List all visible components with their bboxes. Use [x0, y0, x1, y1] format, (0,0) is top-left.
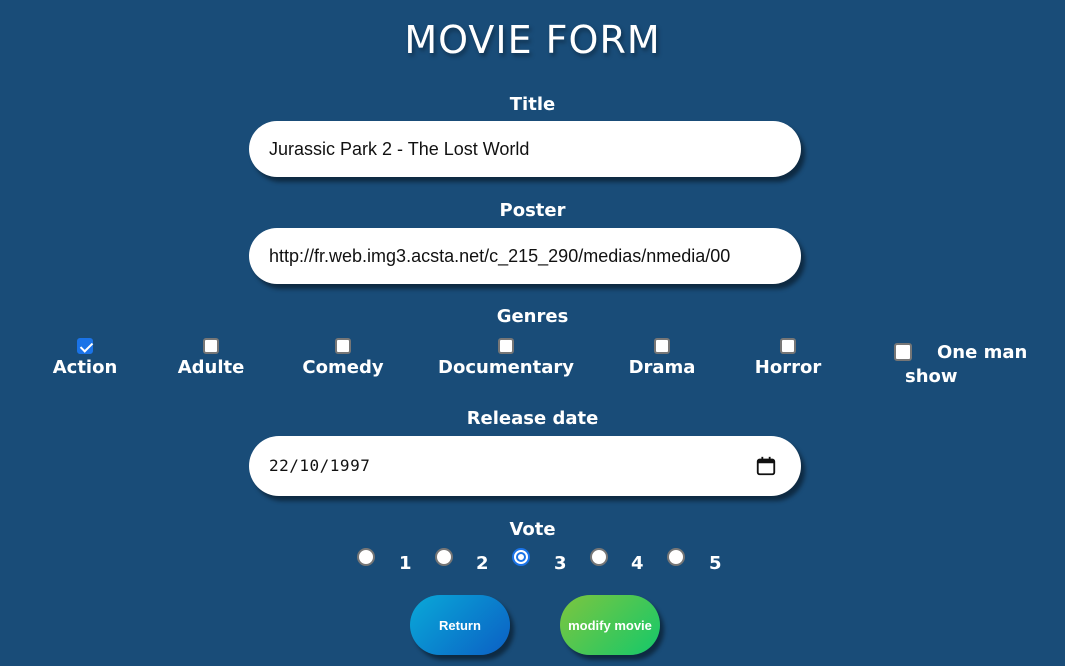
genre-one-man-show-label: One man show: [905, 341, 1055, 389]
poster-input[interactable]: http://fr.web.img3.acsta.net/c_215_290/m…: [249, 228, 801, 284]
release-date-value: 22/10/1997: [269, 456, 371, 475]
vote-option-5: 5: [709, 553, 722, 574]
genre-documentary-label: Documentary: [438, 357, 574, 378]
genres-label: Genres: [496, 306, 569, 327]
genre-comedy-label: Comedy: [302, 357, 384, 378]
genre-drama-checkbox[interactable]: [654, 338, 670, 354]
title-label: Title: [509, 94, 556, 115]
release-date-input[interactable]: 22/10/1997: [249, 436, 801, 496]
vote-option-3: 3: [554, 553, 567, 574]
poster-label: Poster: [499, 200, 566, 221]
genre-one-man-show-text: One man show: [905, 342, 1028, 387]
vote-radio-2[interactable]: [435, 548, 453, 566]
genre-documentary[interactable]: Documentary: [436, 338, 576, 379]
calendar-icon[interactable]: [755, 455, 777, 477]
vote-label: Vote: [509, 519, 556, 540]
vote-radio-5[interactable]: [667, 548, 685, 566]
genre-adulte[interactable]: Adulte: [171, 338, 251, 379]
genre-documentary-checkbox[interactable]: [498, 338, 514, 354]
genre-drama-label: Drama: [628, 357, 696, 378]
genre-action-checkbox[interactable]: [77, 338, 93, 354]
genre-comedy-checkbox[interactable]: [335, 338, 351, 354]
genre-comedy[interactable]: Comedy: [298, 338, 388, 379]
genre-horror-label: Horror: [754, 357, 822, 378]
vote-option-1: 1: [399, 553, 412, 574]
vote-radio-1[interactable]: [357, 548, 375, 566]
genre-adulte-label: Adulte: [177, 357, 245, 378]
genre-action-label: Action: [52, 357, 118, 378]
genre-adulte-checkbox[interactable]: [203, 338, 219, 354]
release-date-label: Release date: [466, 408, 599, 429]
genre-action[interactable]: Action: [50, 338, 120, 379]
vote-option-2: 2: [476, 553, 489, 574]
return-button[interactable]: Return: [410, 595, 510, 655]
page-title: MOVIE FORM: [404, 18, 661, 62]
genre-horror[interactable]: Horror: [748, 338, 828, 379]
genre-drama[interactable]: Drama: [622, 338, 702, 379]
vote-option-4: 4: [631, 553, 644, 574]
title-input[interactable]: Jurassic Park 2 - The Lost World: [249, 121, 801, 177]
vote-radio-4[interactable]: [590, 548, 608, 566]
genre-horror-checkbox[interactable]: [780, 338, 796, 354]
modify-movie-button[interactable]: modify movie: [560, 595, 660, 655]
vote-radio-3[interactable]: [512, 548, 530, 566]
